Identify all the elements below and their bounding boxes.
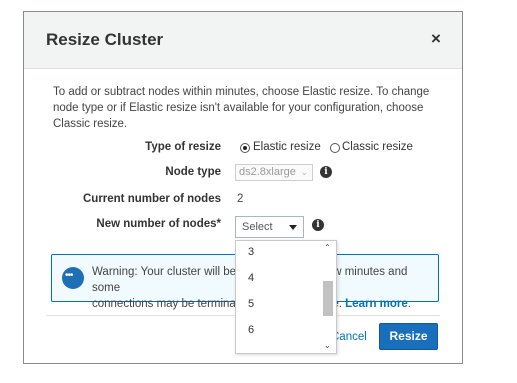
dialog-title: Resize Cluster	[46, 30, 164, 49]
caret-down-icon	[289, 225, 297, 230]
chevron-down-icon: ⌄	[300, 167, 308, 177]
type-of-resize-label: Type of resize	[145, 141, 221, 153]
new-nodes-dropdown-list: 3 4 5 6 ⌃ ⌄	[235, 240, 337, 354]
current-nodes-label: Current number of nodes	[82, 193, 221, 205]
dropdown-option[interactable]: 5	[248, 298, 254, 310]
info-icon[interactable]: i	[320, 166, 332, 178]
scroll-down-icon[interactable]: ⌄	[324, 341, 331, 351]
classic-resize-radio[interactable]	[330, 143, 340, 153]
dropdown-option[interactable]: 4	[248, 272, 254, 284]
resize-button[interactable]: Resize	[379, 323, 438, 350]
info-icon[interactable]: i	[312, 219, 324, 231]
new-nodes-placeholder: Select	[242, 221, 273, 233]
new-nodes-label: New number of nodes*	[96, 218, 221, 230]
elastic-resize-radio[interactable]	[240, 143, 250, 153]
dropdown-scrollbar[interactable]: ⌃ ⌄	[322, 241, 334, 353]
elastic-resize-label[interactable]: Elastic resize	[253, 141, 321, 153]
scroll-up-icon[interactable]: ⌃	[324, 243, 331, 253]
node-type-label: Node type	[165, 166, 221, 178]
close-icon[interactable]: ×	[431, 29, 441, 49]
scroll-thumb[interactable]	[323, 281, 333, 316]
new-nodes-select[interactable]: Select	[235, 216, 304, 238]
dialog-description: To add or subtract nodes within minutes,…	[53, 86, 430, 130]
current-nodes-value: 2	[237, 193, 244, 205]
learn-more-link[interactable]: Learn more	[345, 298, 408, 310]
dialog-header: Resize Cluster ×	[24, 12, 462, 69]
node-type-value: ds2.8xlarge	[239, 166, 296, 178]
dropdown-option[interactable]: 3	[248, 246, 254, 258]
chat-bubble-icon	[62, 267, 84, 289]
node-type-select: ds2.8xlarge ⌄	[235, 164, 313, 181]
resize-cluster-dialog: Resize Cluster × To add or subtract node…	[23, 11, 463, 364]
dropdown-option[interactable]: 6	[248, 324, 254, 336]
classic-resize-label[interactable]: Classic resize	[342, 141, 413, 153]
